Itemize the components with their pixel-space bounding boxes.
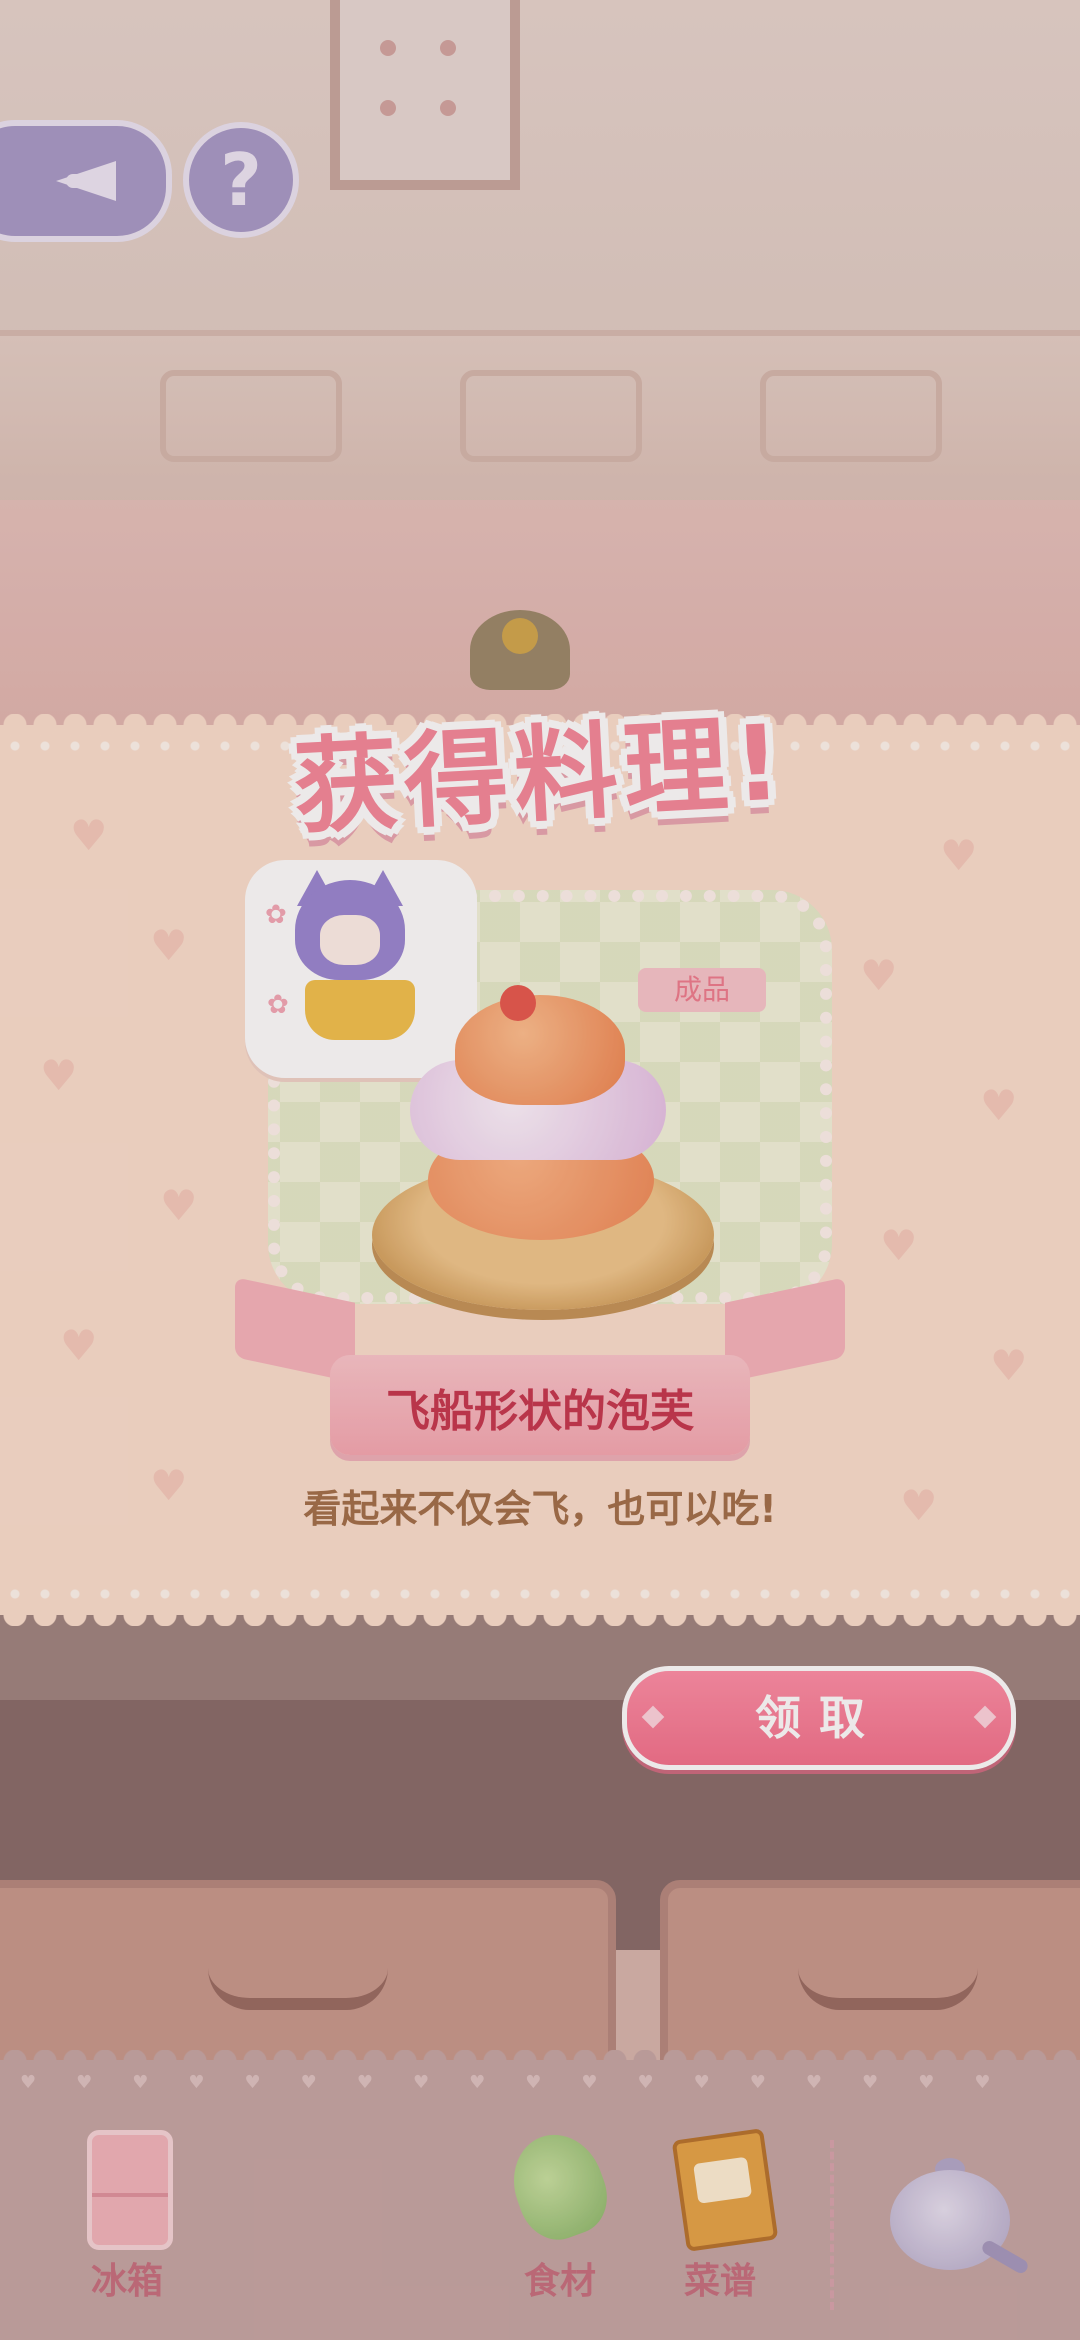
finished-badge: 成品 [638,968,766,1012]
nav-fridge[interactable]: 冰箱 [52,2120,202,2304]
cherry [500,985,536,1021]
claim-button[interactable]: 领取 [622,1666,1016,1770]
nav-fridge-label: 冰箱 [90,2261,163,2302]
cream-puff-top [455,995,625,1105]
cabbage-icon [499,2122,619,2250]
fridge-icon [87,2130,173,2250]
back-button[interactable] [0,120,172,242]
nav-recipes-label: 菜谱 [683,2261,756,2302]
help-button[interactable]: ? [183,122,299,238]
shelf-panel [160,370,342,462]
chef-sticker: ✿ ✿ [245,860,477,1078]
claim-button-label: 领取 [755,1691,883,1745]
shelf-panel [760,370,942,462]
wall-window [330,0,520,190]
nav-ingredients-label: 食材 [523,2261,596,2302]
nav-recipes[interactable]: 菜谱 [645,2120,795,2304]
dish-name: 飞船形状的泡芙 [386,1386,694,1437]
cook-pot-button[interactable] [880,2140,1031,2290]
pot-lid-knob [470,610,570,690]
question-icon: ? [220,138,262,222]
recipe-book-icon [671,2128,779,2252]
nav-divider [830,2140,834,2310]
nav-ingredients[interactable]: 食材 [485,2120,635,2304]
dish-description: 看起来不仅会飞，也可以吃! [303,1487,777,1531]
shelf-panel [460,370,642,462]
